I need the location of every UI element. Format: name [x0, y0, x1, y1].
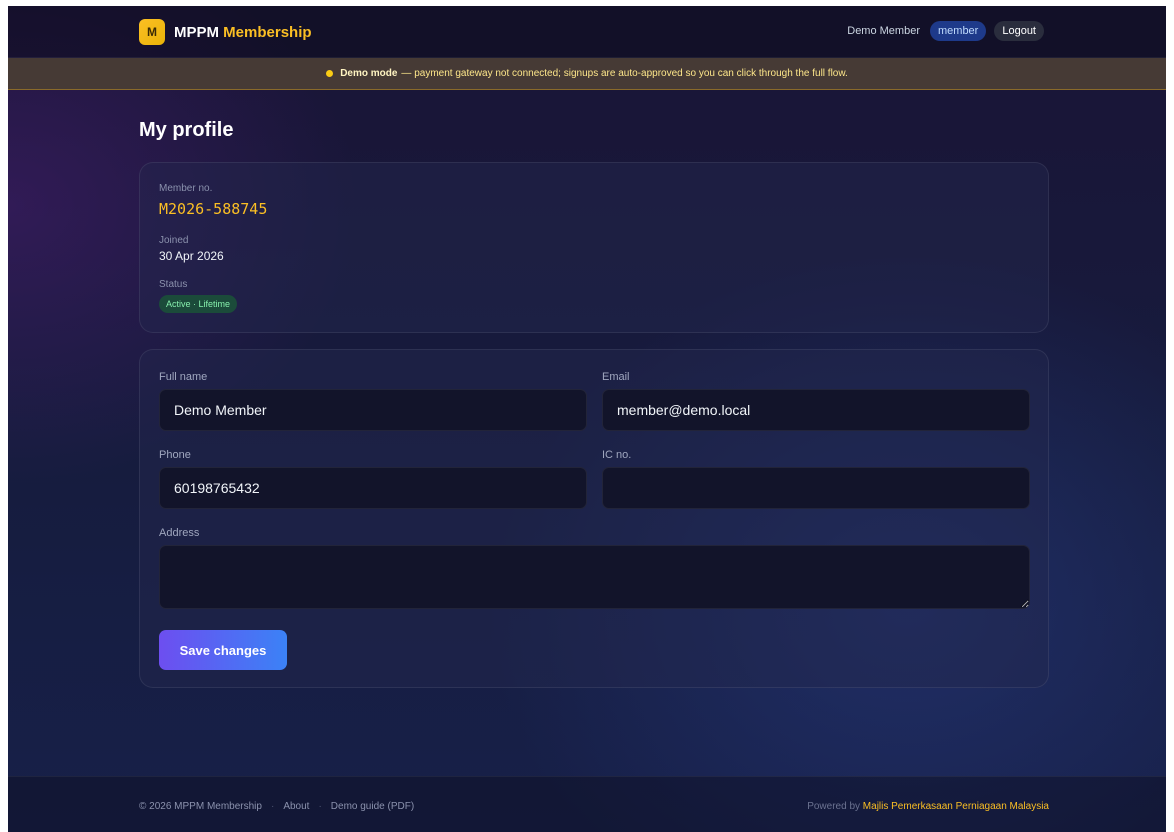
ic-no-input[interactable]: [602, 467, 1030, 509]
email-input[interactable]: [602, 389, 1030, 431]
logout-button[interactable]: Logout: [994, 21, 1044, 41]
warning-dot-icon: [326, 70, 334, 77]
phone-label: Phone: [159, 449, 191, 461]
save-changes-button[interactable]: Save changes: [159, 630, 287, 670]
demo-mode-banner: Demo mode — payment gateway not connecte…: [8, 58, 1166, 90]
user-menu: Demo Member member Logout: [847, 21, 1044, 41]
profile-form-card: Full name Email Phone IC no. Address Sav…: [139, 349, 1049, 688]
status-badge: Active · Lifetime: [159, 295, 238, 313]
joined-value: 30 Apr 2026: [159, 249, 224, 263]
powered-by-prefix: Powered by: [807, 801, 861, 812]
member-no-label: Member no.: [159, 183, 213, 194]
footer-separator: ·: [318, 801, 322, 812]
brand-name-prefix: MPPM: [174, 23, 219, 41]
joined-label: Joined: [159, 235, 189, 246]
membership-info-card: Member no. M2026-588745 Joined 30 Apr 20…: [139, 162, 1049, 333]
current-user-name: Demo Member: [847, 25, 920, 37]
brand-name-accent: Membership: [223, 23, 312, 41]
page-title: My profile: [139, 119, 234, 141]
brand-name: MPPM Membership: [174, 24, 312, 41]
footer-separator: ·: [270, 801, 275, 812]
member-no-value: M2026-588745: [159, 200, 268, 218]
about-link[interactable]: About: [283, 801, 309, 812]
ic-no-label: IC no.: [602, 449, 632, 461]
page-footer: © 2026 MPPM Membership · About · Demo gu…: [8, 776, 1166, 832]
phone-input[interactable]: [159, 467, 587, 509]
app-window: M MPPM Membership Demo Member member Log…: [8, 6, 1166, 832]
demo-guide-link[interactable]: Demo guide (PDF): [331, 801, 414, 812]
address-label: Address: [159, 527, 200, 539]
brand[interactable]: M MPPM Membership: [139, 19, 312, 45]
brand-logo-icon: M: [139, 19, 165, 45]
powered-by-link[interactable]: Majlis Pemerkasaan Perniagaan Malaysia: [863, 801, 1049, 812]
address-textarea[interactable]: [159, 545, 1030, 609]
full-name-input[interactable]: [159, 389, 587, 431]
top-navbar: M MPPM Membership Demo Member member Log…: [8, 6, 1166, 58]
status-label: Status: [159, 279, 188, 290]
banner-title: Demo mode: [340, 68, 398, 79]
email-label: Email: [602, 371, 630, 383]
role-badge: member: [930, 21, 987, 41]
powered-by: Powered by Majlis Pemerkasaan Perniagaan…: [807, 801, 1049, 812]
copyright-text: © 2026 MPPM Membership: [139, 801, 262, 812]
footer-links: © 2026 MPPM Membership · About · Demo gu…: [139, 801, 414, 812]
banner-message: — payment gateway not connected; signups…: [401, 68, 848, 79]
full-name-label: Full name: [159, 371, 208, 383]
